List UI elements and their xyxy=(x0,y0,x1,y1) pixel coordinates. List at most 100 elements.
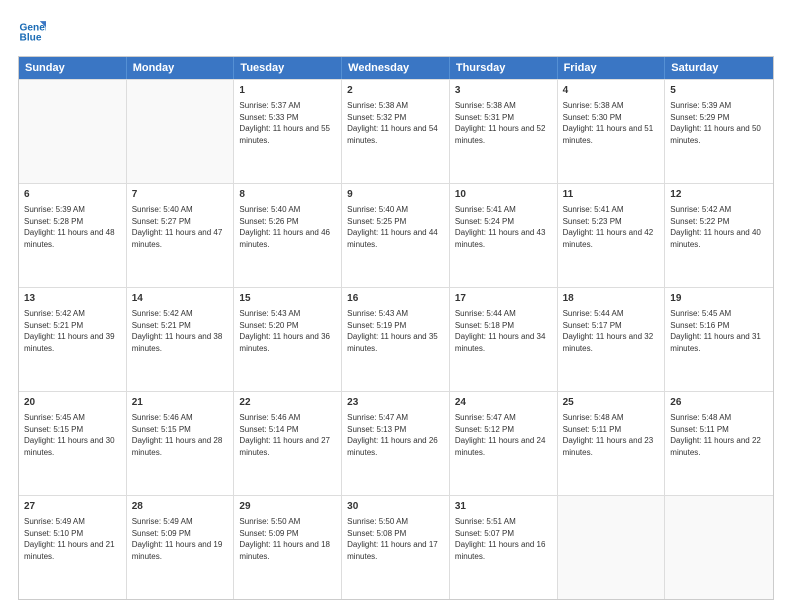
day-info: Sunrise: 5:40 AM Sunset: 5:26 PM Dayligh… xyxy=(239,204,336,250)
day-cell-30: 30 Sunrise: 5:50 AM Sunset: 5:08 PM Dayli… xyxy=(342,496,450,599)
day-cell-17: 17 Sunrise: 5:44 AM Sunset: 5:18 PM Dayli… xyxy=(450,288,558,391)
day-info: Sunrise: 5:41 AM Sunset: 5:23 PM Dayligh… xyxy=(563,204,660,250)
day-info: Sunrise: 5:37 AM Sunset: 5:33 PM Dayligh… xyxy=(239,100,336,146)
day-number: 6 xyxy=(24,188,121,202)
day-info: Sunrise: 5:43 AM Sunset: 5:19 PM Dayligh… xyxy=(347,308,444,354)
day-info: Sunrise: 5:44 AM Sunset: 5:17 PM Dayligh… xyxy=(563,308,660,354)
day-cell-15: 15Sunrise: 5:43 AM Sunset: 5:20 PM Dayli… xyxy=(234,288,342,391)
day-cell-2: 2 Sunrise: 5:38 AM Sunset: 5:32 PM Daylig… xyxy=(342,80,450,183)
day-info: Sunrise: 5:40 AM Sunset: 5:25 PM Dayligh… xyxy=(347,204,444,250)
day-cell-12: 12 Sunrise: 5:42 AM Sunset: 5:22 PM Dayli… xyxy=(665,184,773,287)
day-info: Sunrise: 5:45 AM Sunset: 5:15 PM Dayligh… xyxy=(24,412,121,458)
day-cell-19: 19 Sunrise: 5:45 AM Sunset: 5:16 PM Dayli… xyxy=(665,288,773,391)
day-number: 5 xyxy=(670,84,768,98)
calendar-body: 1Sunrise: 5:37 AM Sunset: 5:33 PM Daylig… xyxy=(19,79,773,599)
day-number: 26 xyxy=(670,396,768,410)
day-cell-10: 10 Sunrise: 5:41 AM Sunset: 5:24 PM Dayli… xyxy=(450,184,558,287)
day-cell-7: 7 Sunrise: 5:40 AM Sunset: 5:27 PM Daylig… xyxy=(127,184,235,287)
day-number: 20 xyxy=(24,396,121,410)
calendar-row-3: 13Sunrise: 5:42 AM Sunset: 5:21 PM Dayli… xyxy=(19,287,773,391)
day-cell-18: 18 Sunrise: 5:44 AM Sunset: 5:17 PM Dayli… xyxy=(558,288,666,391)
day-info: Sunrise: 5:49 AM Sunset: 5:10 PM Dayligh… xyxy=(24,516,121,562)
logo: General Blue xyxy=(18,18,46,46)
day-cell-3: 3 Sunrise: 5:38 AM Sunset: 5:31 PM Daylig… xyxy=(450,80,558,183)
day-info: Sunrise: 5:42 AM Sunset: 5:22 PM Dayligh… xyxy=(670,204,768,250)
calendar: SundayMondayTuesdayWednesdayThursdayFrid… xyxy=(18,56,774,600)
header-day-saturday: Saturday xyxy=(665,57,773,79)
day-cell-20: 20 Sunrise: 5:45 AM Sunset: 5:15 PM Dayli… xyxy=(19,392,127,495)
day-cell-24: 24 Sunrise: 5:47 AM Sunset: 5:12 PM Dayli… xyxy=(450,392,558,495)
day-info: Sunrise: 5:42 AM Sunset: 5:21 PM Dayligh… xyxy=(24,308,121,354)
day-info: Sunrise: 5:38 AM Sunset: 5:30 PM Dayligh… xyxy=(563,100,660,146)
day-info: Sunrise: 5:40 AM Sunset: 5:27 PM Dayligh… xyxy=(132,204,229,250)
day-number: 23 xyxy=(347,396,444,410)
day-number: 22 xyxy=(239,396,336,410)
day-number: 30 xyxy=(347,500,444,514)
day-info: Sunrise: 5:45 AM Sunset: 5:16 PM Dayligh… xyxy=(670,308,768,354)
page: General Blue SundayMondayTuesdayWednesda… xyxy=(0,0,792,612)
day-number: 2 xyxy=(347,84,444,98)
day-info: Sunrise: 5:43 AM Sunset: 5:20 PM Dayligh… xyxy=(239,308,336,354)
empty-cell xyxy=(665,496,773,599)
header-day-friday: Friday xyxy=(558,57,666,79)
day-cell-14: 14 Sunrise: 5:42 AM Sunset: 5:21 PM Dayli… xyxy=(127,288,235,391)
day-number: 7 xyxy=(132,188,229,202)
empty-cell xyxy=(558,496,666,599)
day-cell-11: 11Sunrise: 5:41 AM Sunset: 5:23 PM Dayli… xyxy=(558,184,666,287)
day-info: Sunrise: 5:41 AM Sunset: 5:24 PM Dayligh… xyxy=(455,204,552,250)
svg-text:Blue: Blue xyxy=(20,33,42,44)
empty-cell xyxy=(127,80,235,183)
header-day-wednesday: Wednesday xyxy=(342,57,450,79)
day-cell-4: 4 Sunrise: 5:38 AM Sunset: 5:30 PM Daylig… xyxy=(558,80,666,183)
day-number: 17 xyxy=(455,292,552,306)
day-cell-13: 13Sunrise: 5:42 AM Sunset: 5:21 PM Dayli… xyxy=(19,288,127,391)
day-cell-5: 5 Sunrise: 5:39 AM Sunset: 5:29 PM Daylig… xyxy=(665,80,773,183)
day-number: 3 xyxy=(455,84,552,98)
day-cell-21: 21 Sunrise: 5:46 AM Sunset: 5:15 PM Dayli… xyxy=(127,392,235,495)
day-info: Sunrise: 5:46 AM Sunset: 5:15 PM Dayligh… xyxy=(132,412,229,458)
day-cell-23: 23 Sunrise: 5:47 AM Sunset: 5:13 PM Dayli… xyxy=(342,392,450,495)
day-cell-6: 6 Sunrise: 5:39 AM Sunset: 5:28 PM Daylig… xyxy=(19,184,127,287)
day-info: Sunrise: 5:47 AM Sunset: 5:12 PM Dayligh… xyxy=(455,412,552,458)
empty-cell xyxy=(19,80,127,183)
day-cell-27: 27 Sunrise: 5:49 AM Sunset: 5:10 PM Dayli… xyxy=(19,496,127,599)
header-day-monday: Monday xyxy=(127,57,235,79)
day-number: 12 xyxy=(670,188,768,202)
day-number: 9 xyxy=(347,188,444,202)
day-info: Sunrise: 5:50 AM Sunset: 5:09 PM Dayligh… xyxy=(239,516,336,562)
header: General Blue xyxy=(18,18,774,46)
day-number: 25 xyxy=(563,396,660,410)
day-info: Sunrise: 5:44 AM Sunset: 5:18 PM Dayligh… xyxy=(455,308,552,354)
day-cell-25: 25 Sunrise: 5:48 AM Sunset: 5:11 PM Dayli… xyxy=(558,392,666,495)
logo-icon: General Blue xyxy=(18,18,46,46)
day-number: 10 xyxy=(455,188,552,202)
day-number: 24 xyxy=(455,396,552,410)
day-number: 4 xyxy=(563,84,660,98)
day-cell-26: 26Sunrise: 5:48 AM Sunset: 5:11 PM Dayli… xyxy=(665,392,773,495)
calendar-header: SundayMondayTuesdayWednesdayThursdayFrid… xyxy=(19,57,773,79)
day-info: Sunrise: 5:42 AM Sunset: 5:21 PM Dayligh… xyxy=(132,308,229,354)
day-cell-31: 31Sunrise: 5:51 AM Sunset: 5:07 PM Dayli… xyxy=(450,496,558,599)
day-info: Sunrise: 5:38 AM Sunset: 5:31 PM Dayligh… xyxy=(455,100,552,146)
day-number: 16 xyxy=(347,292,444,306)
day-cell-28: 28Sunrise: 5:49 AM Sunset: 5:09 PM Dayli… xyxy=(127,496,235,599)
day-cell-16: 16 Sunrise: 5:43 AM Sunset: 5:19 PM Dayli… xyxy=(342,288,450,391)
day-info: Sunrise: 5:50 AM Sunset: 5:08 PM Dayligh… xyxy=(347,516,444,562)
day-info: Sunrise: 5:47 AM Sunset: 5:13 PM Dayligh… xyxy=(347,412,444,458)
calendar-row-2: 6 Sunrise: 5:39 AM Sunset: 5:28 PM Daylig… xyxy=(19,183,773,287)
calendar-row-4: 20 Sunrise: 5:45 AM Sunset: 5:15 PM Dayli… xyxy=(19,391,773,495)
day-number: 14 xyxy=(132,292,229,306)
calendar-row-1: 1Sunrise: 5:37 AM Sunset: 5:33 PM Daylig… xyxy=(19,79,773,183)
day-number: 21 xyxy=(132,396,229,410)
day-info: Sunrise: 5:39 AM Sunset: 5:28 PM Dayligh… xyxy=(24,204,121,250)
day-cell-1: 1Sunrise: 5:37 AM Sunset: 5:33 PM Daylig… xyxy=(234,80,342,183)
day-number: 29 xyxy=(239,500,336,514)
day-number: 19 xyxy=(670,292,768,306)
day-info: Sunrise: 5:48 AM Sunset: 5:11 PM Dayligh… xyxy=(563,412,660,458)
day-info: Sunrise: 5:39 AM Sunset: 5:29 PM Dayligh… xyxy=(670,100,768,146)
day-number: 27 xyxy=(24,500,121,514)
day-number: 18 xyxy=(563,292,660,306)
day-info: Sunrise: 5:38 AM Sunset: 5:32 PM Dayligh… xyxy=(347,100,444,146)
day-number: 31 xyxy=(455,500,552,514)
header-day-tuesday: Tuesday xyxy=(234,57,342,79)
